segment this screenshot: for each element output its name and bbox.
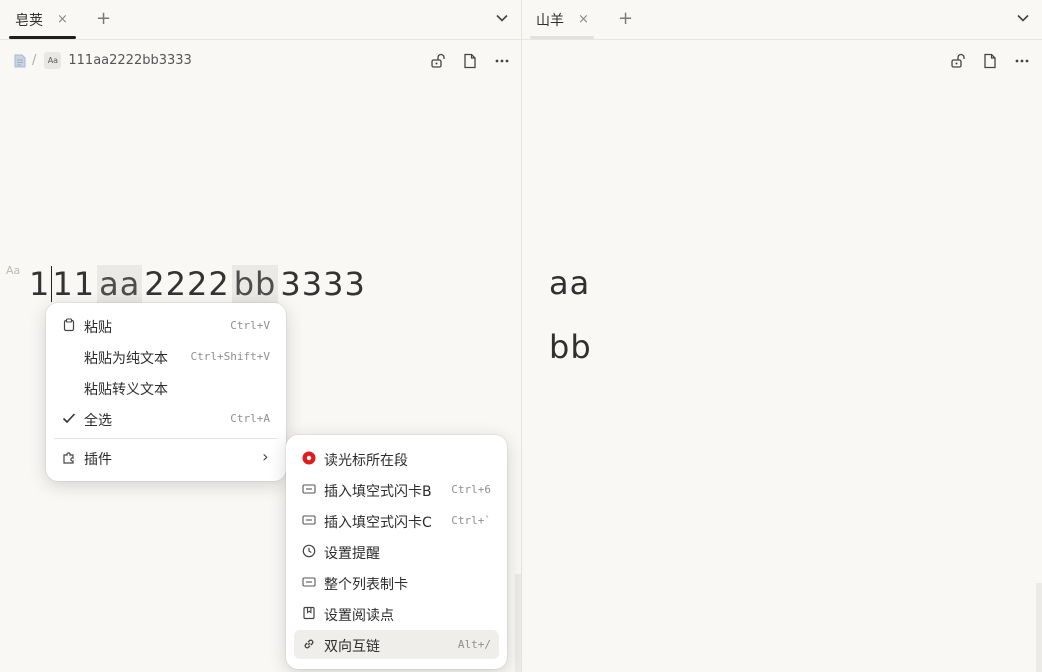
text-line-aa[interactable]: aa [549, 264, 590, 302]
new-tab-button[interactable]: + [96, 9, 111, 29]
menu-item-label: 设置提醒 [324, 546, 380, 562]
plugin-submenu: 读光标所在段 插入填空式闪卡B Ctrl+6 插入填空式闪卡C Ctrl+` 设… [286, 435, 507, 669]
heading-block[interactable]: 1 11 aa 2222 bb 3333 [29, 262, 366, 306]
heading-text: 11 [52, 265, 96, 303]
heading-text: 2222 [144, 265, 230, 303]
menu-item-label: 插件 [84, 452, 112, 468]
breadcrumb-doc-title[interactable]: 111aa2222bb3333 [68, 53, 191, 68]
chevron-down-icon[interactable] [495, 11, 509, 25]
heading-type-icon[interactable]: Aa [44, 52, 62, 69]
menu-item-paste-escaped[interactable]: 粘贴转义文本 [54, 373, 278, 402]
unlock-icon[interactable] [950, 53, 966, 69]
breadcrumb-separator: / [32, 53, 37, 68]
breadcrumb: / Aa 111aa2222bb3333 [14, 52, 192, 69]
menu-item-read-paragraph[interactable]: 读光标所在段 [294, 444, 499, 473]
text-line-bb[interactable]: bb [549, 328, 592, 366]
flashcard-icon [302, 577, 316, 587]
menu-item-bidirectional-link[interactable]: 双向互链 Alt+/ [294, 630, 499, 659]
shortcut-hint: Ctrl+` [451, 514, 491, 527]
menu-item-label: 读光标所在段 [324, 453, 408, 469]
menu-item-select-all[interactable]: 全选 Ctrl+A [54, 404, 278, 433]
menu-item-label: 粘贴转义文本 [84, 382, 168, 398]
menu-item-cloze-b[interactable]: 插入填空式闪卡B Ctrl+6 [294, 475, 499, 504]
unlock-icon[interactable] [430, 53, 446, 69]
tab-title: 山羊 [536, 12, 564, 29]
context-menu: 粘贴 Ctrl+V 粘贴为纯文本 Ctrl+Shift+V 粘贴转义文本 全选 … [46, 303, 286, 481]
shortcut-hint: Ctrl+V [230, 319, 270, 332]
tab-title: 皂荚 [15, 12, 43, 29]
heading-text: 3333 [280, 265, 366, 303]
tab-shanyang[interactable]: 山羊 × [536, 0, 589, 39]
link-icon [304, 639, 314, 649]
menu-item-paste[interactable]: 粘贴 Ctrl+V [54, 311, 278, 340]
menu-item-label: 粘贴 [84, 320, 112, 336]
clipboard-icon [63, 318, 75, 332]
heading-text: 1 [29, 265, 51, 303]
menu-item-cloze-c[interactable]: 插入填空式闪卡C Ctrl+` [294, 506, 499, 535]
shortcut-hint: Alt+/ [457, 638, 491, 651]
more-icon[interactable] [494, 53, 510, 69]
check-icon [62, 413, 76, 424]
chevron-right-icon: › [260, 447, 270, 466]
tab-zaojia[interactable]: 皂荚 × [15, 0, 68, 39]
flashcard-icon [302, 515, 316, 525]
file-icon[interactable] [982, 53, 998, 69]
menu-item-label: 粘贴为纯文本 [84, 351, 168, 367]
menu-item-label: 设置阅读点 [324, 608, 394, 624]
shortcut-hint: Ctrl+6 [451, 483, 491, 496]
document-icon[interactable] [14, 54, 26, 68]
clock-icon [302, 544, 316, 558]
menu-item-plugins[interactable]: 插件 › [54, 443, 278, 472]
shortcut-hint: Ctrl+Shift+V [190, 350, 270, 363]
menu-item-paste-plain[interactable]: 粘贴为纯文本 Ctrl+Shift+V [54, 342, 278, 371]
bookmark-icon [303, 606, 315, 620]
menu-item-list-cards[interactable]: 整个列表制卡 [294, 568, 499, 597]
right-editor-pane: 山羊 × + [522, 0, 1042, 672]
menu-item-label: 整个列表制卡 [324, 577, 408, 593]
menu-item-label: 插入填空式闪卡B [324, 484, 432, 500]
inline-mark-aa[interactable]: aa [97, 265, 143, 303]
file-icon[interactable] [462, 53, 478, 69]
menu-item-set-reminder[interactable]: 设置提醒 [294, 537, 499, 566]
menu-item-reading-point[interactable]: 设置阅读点 [294, 599, 499, 628]
block-type-marker[interactable]: Aa [6, 264, 20, 277]
shortcut-hint: Ctrl+A [230, 412, 270, 425]
right-tab-bar: 山羊 × + [522, 0, 1042, 40]
menu-item-label: 全选 [84, 413, 112, 429]
scrollbar[interactable] [1036, 583, 1042, 672]
menu-item-label: 双向互链 [324, 639, 380, 655]
tab-indicator [530, 36, 594, 39]
inline-mark-bb[interactable]: bb [231, 265, 279, 303]
active-tab-indicator [9, 36, 76, 39]
new-tab-button[interactable]: + [618, 9, 633, 29]
red-dot-icon [302, 451, 316, 465]
tab-close-icon[interactable]: × [578, 12, 589, 27]
chevron-down-icon[interactable] [1016, 11, 1030, 25]
puzzle-icon [63, 452, 74, 464]
more-icon[interactable] [1014, 53, 1030, 69]
menu-item-label: 插入填空式闪卡C [324, 515, 432, 531]
tab-close-icon[interactable]: × [57, 12, 68, 27]
flashcard-icon [302, 484, 316, 494]
left-tab-bar: 皂荚 × + [0, 0, 521, 40]
menu-separator [54, 438, 278, 439]
